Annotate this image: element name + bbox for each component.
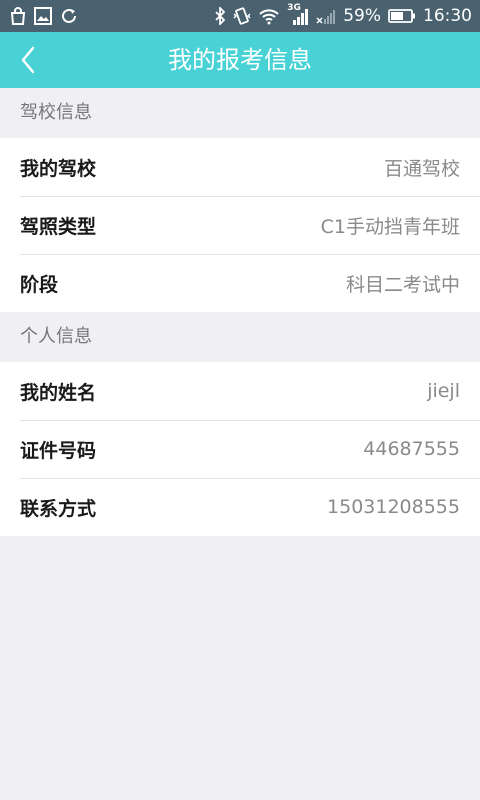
- section-header-driving-school: 驾校信息: [0, 88, 480, 138]
- section-header-personal-info: 个人信息: [0, 312, 480, 362]
- battery-icon: [388, 9, 415, 23]
- clock: 16:30: [423, 6, 472, 26]
- row-my-name[interactable]: 我的姓名 jiejl: [0, 362, 480, 420]
- no-signal-icon: [316, 10, 336, 24]
- signal-indicator: 3G: [287, 3, 309, 26]
- row-value: 科目二考试中: [345, 273, 460, 296]
- section-list-personal-info: 我的姓名 jiejl 证件号码 44687555 联系方式 1503120855…: [0, 362, 480, 536]
- status-bar-left: [10, 7, 78, 25]
- row-label: 联系方式: [20, 497, 97, 520]
- sync-icon: [62, 8, 76, 23]
- row-value: 百通驾校: [383, 157, 460, 180]
- bluetooth-icon: [215, 7, 226, 25]
- row-label: 我的驾校: [20, 157, 97, 180]
- page-title: 我的报考信息: [168, 46, 312, 74]
- chevron-left-icon: [21, 46, 35, 74]
- row-label: 证件号码: [20, 439, 97, 462]
- row-value: C1手动挡青年班: [320, 215, 460, 238]
- row-license-type[interactable]: 驾照类型 C1手动挡青年班: [0, 196, 480, 254]
- row-label: 驾照类型: [20, 215, 97, 238]
- shopping-bag-icon: [10, 7, 26, 25]
- row-contact[interactable]: 联系方式 15031208555: [0, 478, 480, 536]
- row-my-driving-school[interactable]: 我的驾校 百通驾校: [0, 138, 480, 196]
- status-bar-right: 3G 59% 16:30: [214, 3, 472, 26]
- wifi-icon: [259, 9, 279, 25]
- vibrate-icon: [233, 7, 251, 25]
- image-icon: [34, 7, 52, 25]
- battery-percentage: 59%: [343, 6, 381, 26]
- back-button[interactable]: [0, 32, 56, 88]
- row-value: jiejl: [427, 380, 460, 402]
- content: 驾校信息 我的驾校 百通驾校 驾照类型 C1手动挡青年班 阶段 科目二考试中 个…: [0, 88, 480, 536]
- status-bar: 3G 59% 16:30: [0, 0, 480, 32]
- signal-icon: [293, 9, 309, 25]
- app-bar: 我的报考信息: [0, 32, 480, 88]
- row-value: 44687555: [363, 438, 460, 460]
- row-label: 阶段: [20, 273, 59, 296]
- row-stage[interactable]: 阶段 科目二考试中: [0, 254, 480, 312]
- section-list-driving-school: 我的驾校 百通驾校 驾照类型 C1手动挡青年班 阶段 科目二考试中: [0, 138, 480, 312]
- row-id-number[interactable]: 证件号码 44687555: [0, 420, 480, 478]
- row-label: 我的姓名: [20, 381, 97, 404]
- row-value: 15031208555: [327, 496, 460, 518]
